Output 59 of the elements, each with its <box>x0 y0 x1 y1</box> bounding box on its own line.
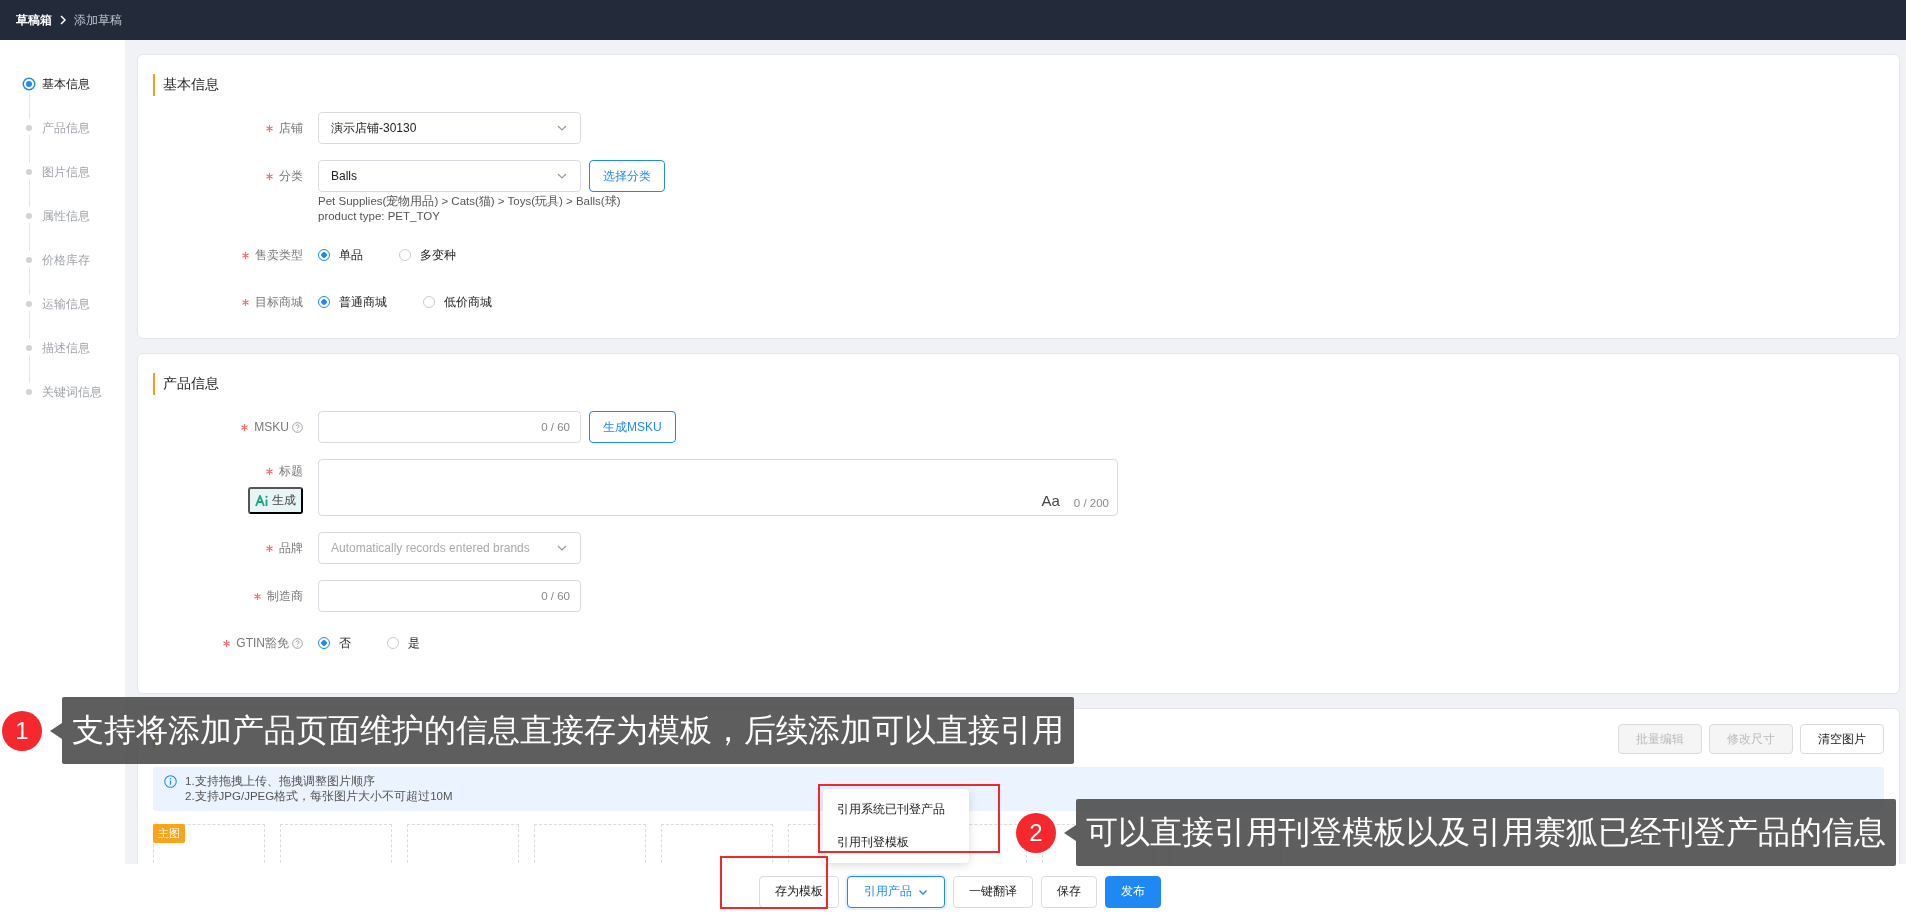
select-field[interactable]: 演示店铺-30130 <box>318 112 581 144</box>
step-dot <box>26 345 32 351</box>
action-button[interactable]: 一键翻译 <box>953 875 1033 908</box>
step-dot <box>26 257 32 263</box>
radio-option[interactable]: 低价商城 <box>423 293 492 311</box>
character-counter: 0 / 200 <box>1073 497 1109 509</box>
action-button[interactable]: 保存 <box>1041 875 1097 908</box>
field-label: 售卖类型 <box>255 246 303 264</box>
dropdown-button[interactable]: 引用产品 <box>847 875 945 908</box>
field-label: GTIN豁免 <box>236 634 289 652</box>
info-icon <box>164 775 177 788</box>
radio-option[interactable]: 多变种 <box>399 246 456 264</box>
action-button[interactable]: 发布 <box>1105 875 1161 908</box>
main-image-tag: 主图 <box>153 824 185 843</box>
tip-text: 2.支持JPG/JPEG格式，每张图片大小不可超过10M <box>185 789 453 804</box>
step-dot <box>26 389 32 395</box>
radio-option[interactable]: 否 <box>318 634 351 652</box>
action-button[interactable]: 选择分类 <box>589 160 665 192</box>
image-action-button[interactable]: 清空图片 <box>1800 724 1884 754</box>
radio-option[interactable]: 是 <box>387 634 420 652</box>
ai-icon <box>255 494 269 507</box>
category-note: Pet Supplies(宠物用品) > Cats(猫) > Toys(玩具) > Balls(球) <box>318 194 622 209</box>
step-dot <box>24 79 34 89</box>
breadcrumb-link[interactable]: 草稿箱 <box>16 11 52 29</box>
radio-option[interactable]: 单品 <box>318 246 363 264</box>
menu-item[interactable]: 引用系统已刊登产品 <box>823 792 969 826</box>
text-format-button[interactable]: Aa <box>1041 492 1060 509</box>
field-label: 品牌 <box>279 539 303 557</box>
step-dot <box>26 125 32 131</box>
step-dot <box>26 169 32 175</box>
category-note: product type: PET_TOY <box>318 209 441 224</box>
callout-pointer-icon <box>1064 824 1076 841</box>
step-link[interactable]: 基本信息 <box>42 75 90 93</box>
tip-text: 1.支持拖拽上传、拖拽调整图片顺序 <box>185 774 376 789</box>
annotation-tooltip: 支持将添加产品页面维护的信息直接存为模板，后续添加可以直接引用 <box>62 697 1074 764</box>
text-field[interactable]: 0 / 60 <box>318 411 581 443</box>
field-label: 标题 <box>279 462 303 480</box>
character-counter: 0 / 60 <box>541 421 570 433</box>
select-field[interactable]: Balls <box>318 160 581 192</box>
text-area[interactable]: Aa 0 / 200 <box>318 459 1118 516</box>
action-button[interactable]: 生成MSKU <box>589 411 676 443</box>
field-label: 店铺 <box>279 119 303 137</box>
step-dot <box>26 213 32 219</box>
breadcrumb-current: 添加草稿 <box>74 11 122 29</box>
field-label: 分类 <box>279 167 303 185</box>
section-title: 基本信息 <box>153 74 1884 96</box>
radio-option[interactable]: 普通商城 <box>318 293 387 311</box>
action-button[interactable]: 存为模板 <box>759 875 839 908</box>
character-counter: 0 / 60 <box>541 590 570 602</box>
field-label: MSKU <box>254 420 289 434</box>
ai-generate-button[interactable]: 生成 <box>248 487 303 514</box>
chevron-right-icon <box>58 15 68 25</box>
field-label: 制造商 <box>267 587 303 605</box>
field-label: 目标商城 <box>255 293 303 311</box>
text-field[interactable]: 0 / 60 <box>318 580 581 612</box>
annotation-tooltip: 可以直接引用刊登模板以及引用赛狐已经刊登产品的信息 <box>1076 799 1896 866</box>
step-dot <box>26 301 32 307</box>
callout-pointer-icon <box>50 722 62 739</box>
section-title: 产品信息 <box>153 373 1884 395</box>
